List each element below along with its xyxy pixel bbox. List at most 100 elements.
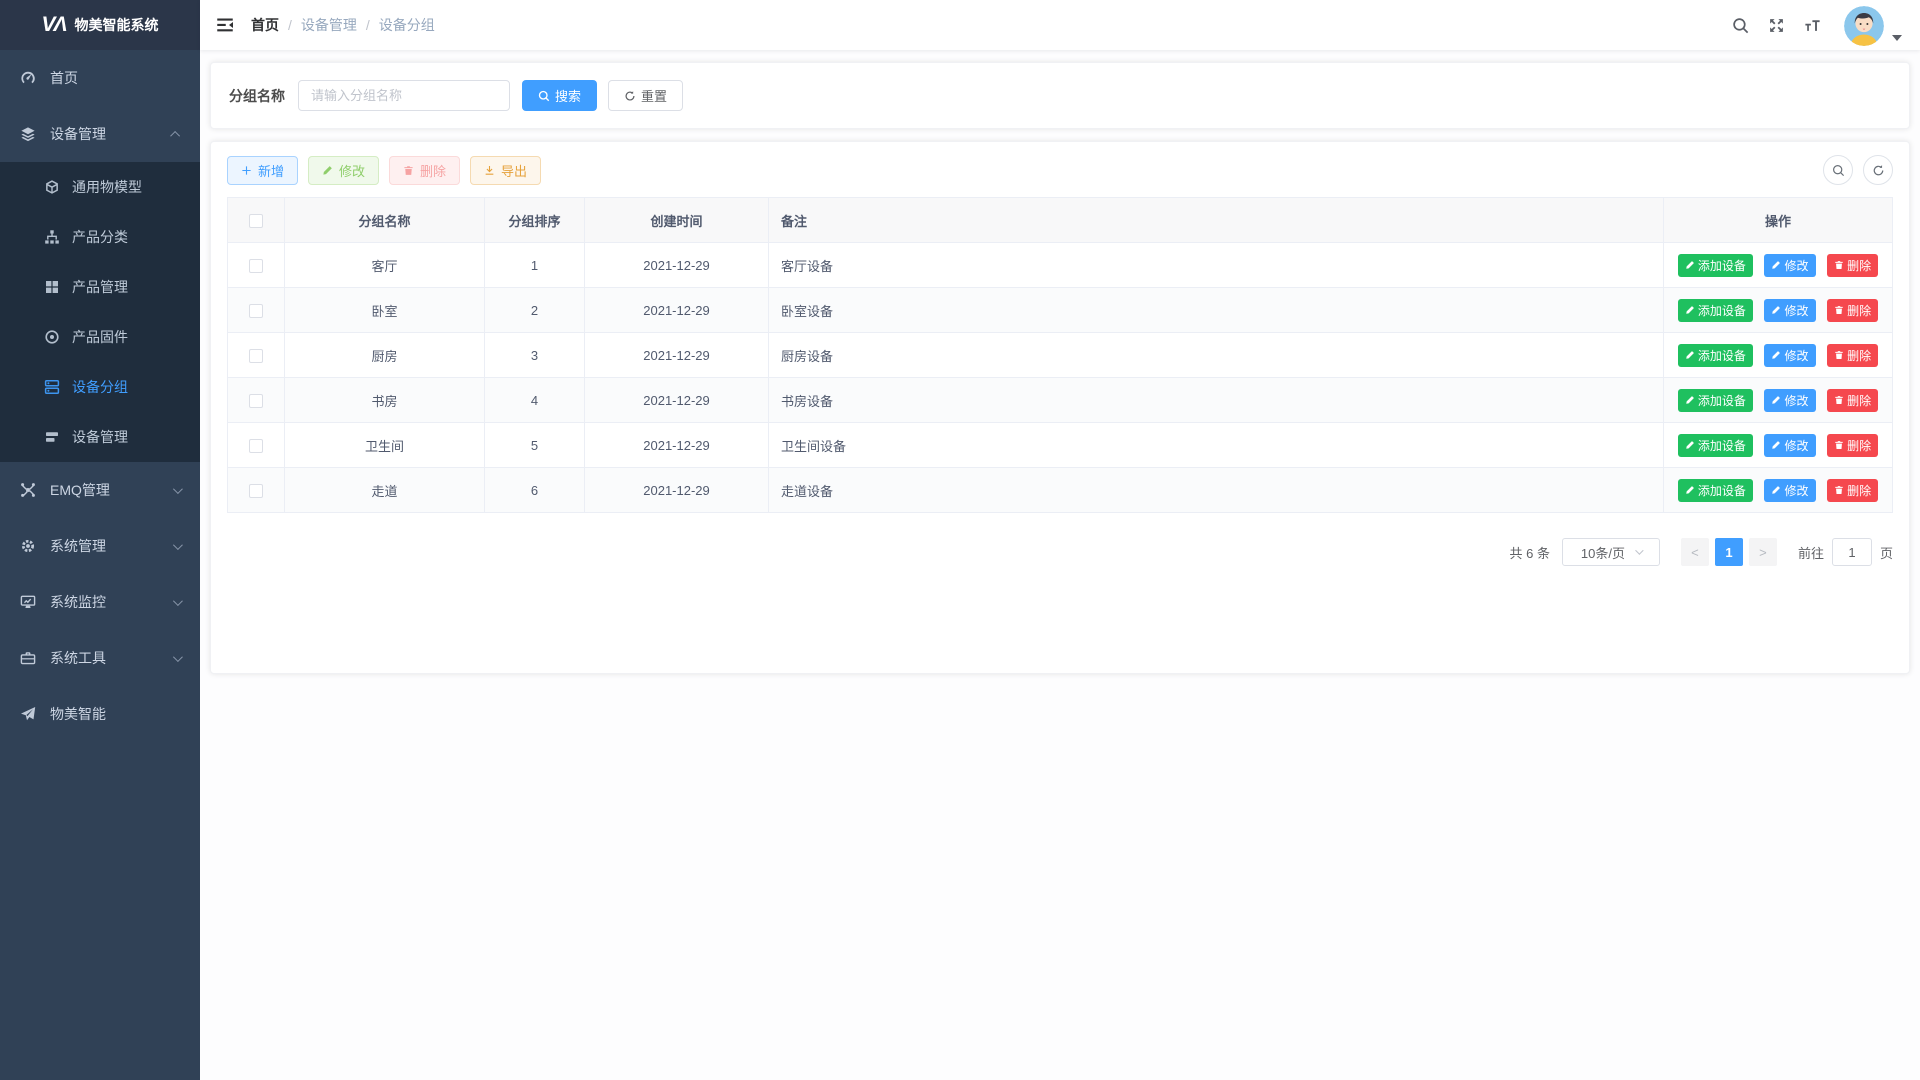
- refresh-table-button[interactable]: [1863, 155, 1893, 185]
- row-delete-button[interactable]: 删除: [1827, 344, 1878, 367]
- row-delete-label: 删除: [1847, 347, 1871, 364]
- avatar[interactable]: [1844, 6, 1884, 46]
- row-checkbox[interactable]: [249, 394, 263, 408]
- sidebar-item-emq-management[interactable]: EMQ管理: [0, 462, 200, 518]
- search-panel: 分组名称 搜索 重置: [210, 62, 1910, 129]
- edit-button-label: 修改: [339, 161, 365, 180]
- search-icon: [538, 90, 550, 102]
- sidebar-item-product-firmware[interactable]: 产品固件: [0, 312, 200, 362]
- add-device-button[interactable]: 添加设备: [1678, 434, 1753, 457]
- add-device-label: 添加设备: [1698, 482, 1746, 499]
- row-checkbox[interactable]: [249, 349, 263, 363]
- row-edit-button[interactable]: 修改: [1764, 434, 1815, 457]
- sidebar-item-system-management[interactable]: 系统管理: [0, 518, 200, 574]
- group-name-input[interactable]: [298, 80, 510, 111]
- sidebar-item-label: 设备管理: [50, 124, 106, 144]
- row-edit-button[interactable]: 修改: [1764, 479, 1815, 502]
- cell-group-name: 厨房: [285, 333, 485, 378]
- row-delete-button[interactable]: 删除: [1827, 299, 1878, 322]
- sidebar-item-label: 设备分组: [72, 377, 128, 397]
- cell-group-name: 书房: [285, 378, 485, 423]
- search-icon[interactable]: [1732, 17, 1749, 34]
- add-device-label: 添加设备: [1698, 347, 1746, 364]
- reset-button-label: 重置: [641, 86, 667, 105]
- add-device-button[interactable]: 添加设备: [1678, 299, 1753, 322]
- cell-group-order: 3: [485, 333, 585, 378]
- topbar-tools: [1732, 4, 1902, 46]
- trash-icon: [403, 165, 414, 176]
- cell-created-time: 2021-12-29: [585, 468, 769, 513]
- logo-mark-icon: VΛ: [41, 13, 65, 37]
- row-checkbox[interactable]: [249, 484, 263, 498]
- add-device-button[interactable]: 添加设备: [1678, 479, 1753, 502]
- table-row: 卫生间 5 2021-12-29 卫生间设备 添加设备 修改 删除: [228, 423, 1893, 468]
- row-delete-button[interactable]: 删除: [1827, 389, 1878, 412]
- row-edit-button[interactable]: 修改: [1764, 389, 1815, 412]
- add-device-button[interactable]: 添加设备: [1678, 389, 1753, 412]
- refresh-icon: [1872, 164, 1885, 177]
- breadcrumb-device-management: 设备管理: [301, 15, 357, 35]
- sidebar-item-wumei-smart[interactable]: 物美智能: [0, 686, 200, 742]
- device-group-table: 分组名称 分组排序 创建时间 备注 操作 客厅 1 2021-12-29 客厅设…: [227, 197, 1893, 513]
- page-size-select[interactable]: 10条/页: [1562, 538, 1660, 566]
- add-device-button[interactable]: 添加设备: [1678, 344, 1753, 367]
- row-checkbox[interactable]: [249, 439, 263, 453]
- sidebar-item-device-management-sub[interactable]: 设备管理: [0, 412, 200, 462]
- breadcrumb-home[interactable]: 首页: [251, 15, 279, 35]
- row-edit-button[interactable]: 修改: [1764, 299, 1815, 322]
- column-header-order: 分组排序: [485, 198, 585, 243]
- export-button[interactable]: 导出: [470, 156, 541, 185]
- next-page-button[interactable]: >: [1749, 538, 1777, 566]
- topbar: 首页 / 设备管理 / 设备分组: [200, 0, 1920, 50]
- add-button[interactable]: 新增: [227, 156, 298, 185]
- select-all-checkbox[interactable]: [249, 214, 263, 228]
- cell-group-order: 6: [485, 468, 585, 513]
- search-button[interactable]: 搜索: [522, 80, 597, 111]
- cell-group-name: 卧室: [285, 288, 485, 333]
- sidebar-item-device-group[interactable]: 设备分组: [0, 362, 200, 412]
- total-count: 共 6 条: [1510, 543, 1550, 562]
- row-checkbox[interactable]: [249, 259, 263, 273]
- sidebar-item-system-tools[interactable]: 系统工具: [0, 630, 200, 686]
- column-header-created: 创建时间: [585, 198, 769, 243]
- row-delete-button[interactable]: 删除: [1827, 479, 1878, 502]
- server-group-icon: [44, 379, 60, 395]
- user-menu[interactable]: [1844, 4, 1902, 46]
- goto-page-input[interactable]: [1832, 538, 1872, 566]
- sidebar-item-system-monitor[interactable]: 系统监控: [0, 574, 200, 630]
- chevron-down-icon: [173, 652, 183, 662]
- cell-group-order: 2: [485, 288, 585, 333]
- sidebar-item-device-management[interactable]: 设备管理: [0, 106, 200, 162]
- font-size-icon[interactable]: [1804, 17, 1821, 34]
- sidebar-item-label: 首页: [50, 68, 78, 88]
- sidebar-item-product-category[interactable]: 产品分类: [0, 212, 200, 262]
- sidebar-item-label: 系统工具: [50, 648, 106, 668]
- add-device-button[interactable]: 添加设备: [1678, 254, 1753, 277]
- edit-button[interactable]: 修改: [308, 156, 379, 185]
- sidebar-item-general-thing-model[interactable]: 通用物模型: [0, 162, 200, 212]
- reset-button[interactable]: 重置: [608, 80, 683, 111]
- pencil-icon: [1771, 350, 1781, 360]
- layers-icon: [20, 126, 36, 142]
- current-page[interactable]: 1: [1715, 538, 1743, 566]
- row-delete-button[interactable]: 删除: [1827, 434, 1878, 457]
- trash-icon: [1834, 350, 1844, 360]
- sidebar-fold-icon[interactable]: [215, 15, 235, 35]
- delete-button[interactable]: 删除: [389, 156, 460, 185]
- toggle-search-button[interactable]: [1823, 155, 1853, 185]
- prev-page-button[interactable]: <: [1681, 538, 1709, 566]
- row-edit-label: 修改: [1784, 347, 1808, 364]
- fullscreen-icon[interactable]: [1768, 17, 1785, 34]
- breadcrumb-device-group: 设备分组: [379, 15, 435, 35]
- sidebar-item-product-management[interactable]: 产品管理: [0, 262, 200, 312]
- row-edit-button[interactable]: 修改: [1764, 254, 1815, 277]
- export-button-label: 导出: [501, 161, 527, 180]
- grid-icon: [44, 279, 60, 295]
- cell-group-name: 卫生间: [285, 423, 485, 468]
- pencil-icon: [1685, 350, 1695, 360]
- pencil-icon: [1685, 485, 1695, 495]
- row-edit-button[interactable]: 修改: [1764, 344, 1815, 367]
- row-delete-button[interactable]: 删除: [1827, 254, 1878, 277]
- sidebar-item-home[interactable]: 首页: [0, 50, 200, 106]
- row-checkbox[interactable]: [249, 304, 263, 318]
